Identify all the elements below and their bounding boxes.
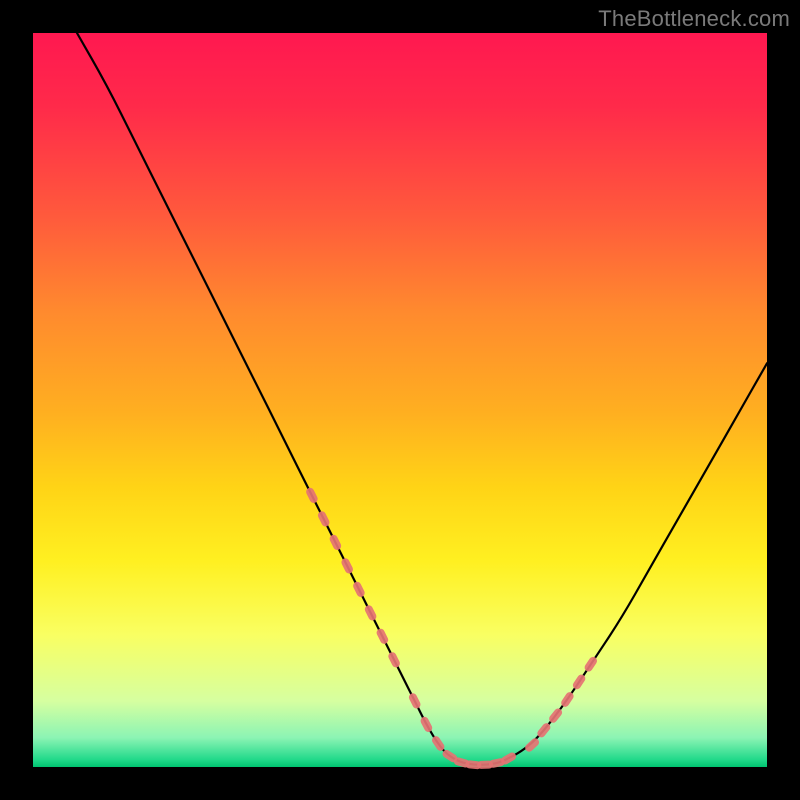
watermark-text: TheBottleneck.com <box>598 6 790 32</box>
left-descent-markers <box>340 557 354 575</box>
left-descent-markers <box>305 486 319 504</box>
left-descent-markers <box>352 580 366 598</box>
highlight-markers <box>305 486 599 769</box>
valley-floor-markers <box>408 692 422 710</box>
valley-floor-markers <box>419 715 434 733</box>
bottleneck-chart <box>33 33 767 767</box>
left-descent-markers <box>363 604 377 622</box>
app-frame: TheBottleneck.com <box>0 0 800 800</box>
left-descent-markers <box>375 627 389 645</box>
right-ascent-markers <box>523 737 540 754</box>
left-descent-markers <box>387 651 401 669</box>
bottleneck-curve-line <box>77 33 767 765</box>
plot-area <box>33 33 767 767</box>
left-descent-markers <box>328 533 342 551</box>
left-descent-markers <box>317 510 331 528</box>
